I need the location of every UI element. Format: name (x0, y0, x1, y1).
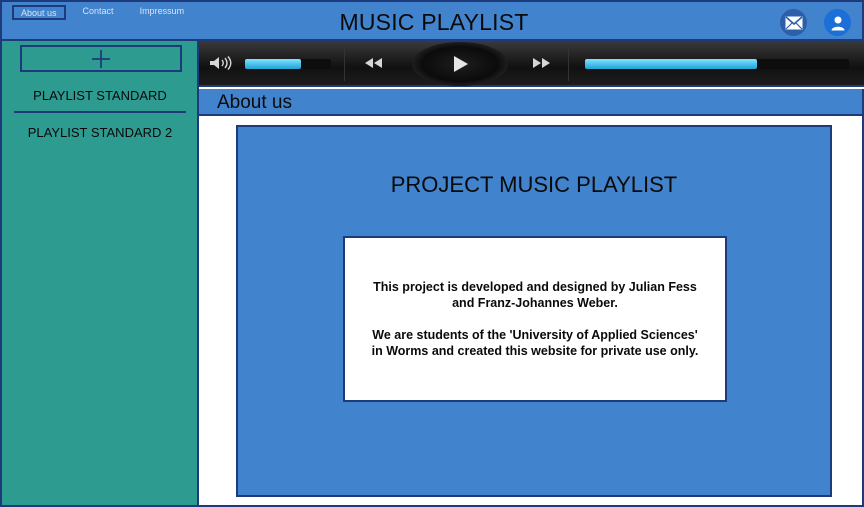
track-progress-fill (585, 59, 757, 69)
playlist-divider (14, 111, 186, 113)
app-header: About us Contact Impressum MUSIC PLAYLIS… (0, 0, 864, 41)
page-heading-bar: About us (199, 89, 864, 116)
playlist-sidebar: PLAYLIST STANDARD PLAYLIST STANDARD 2 (0, 41, 199, 507)
playlist-item-standard[interactable]: PLAYLIST STANDARD (14, 88, 186, 103)
about-info-box: This project is developed and designed b… (343, 236, 727, 402)
audio-player (199, 41, 864, 87)
player-separator (344, 47, 345, 81)
fast-forward-icon[interactable] (531, 53, 553, 78)
user-icon[interactable] (824, 9, 851, 36)
about-paragraph-students: We are students of the 'University of Ap… (371, 328, 699, 358)
track-progress-bar[interactable] (585, 59, 849, 69)
about-title: PROJECT MUSIC PLAYLIST (390, 172, 678, 197)
volume-icon[interactable] (209, 56, 235, 75)
plus-icon (92, 49, 110, 68)
about-paragraph-developers: This project is developed and designed b… (373, 280, 697, 310)
volume-slider-fill (245, 59, 301, 69)
about-panel: PROJECT MUSIC PLAYLIST This project is d… (236, 125, 832, 497)
add-playlist-button[interactable] (20, 45, 182, 72)
play-icon[interactable] (451, 53, 471, 80)
page-title: About us (217, 92, 292, 113)
volume-slider[interactable] (245, 59, 331, 69)
mail-icon[interactable] (780, 9, 807, 36)
player-separator (568, 47, 569, 81)
app-title: MUSIC PLAYLIST (339, 9, 529, 35)
playlist-item-standard-2[interactable]: PLAYLIST STANDARD 2 (14, 125, 186, 140)
rewind-icon[interactable] (362, 53, 384, 78)
